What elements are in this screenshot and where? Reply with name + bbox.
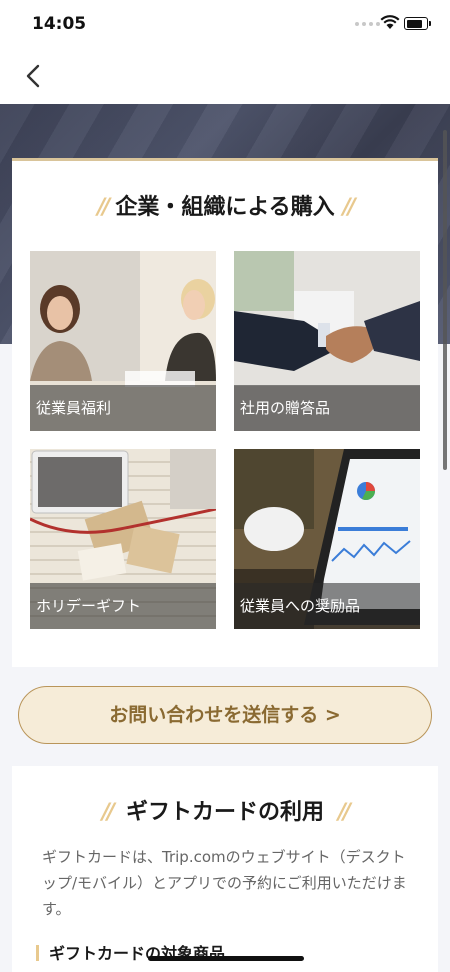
status-time: 14:05	[32, 14, 87, 34]
title-decoration-left: //	[101, 800, 115, 825]
battery-icon	[404, 17, 431, 30]
tile-label: 従業員への奨励品	[234, 583, 420, 629]
corporate-section-title: //企業・組織による購入//	[97, 195, 356, 220]
tile-label: 社用の贈答品	[234, 385, 420, 431]
tile-label: 従業員福利	[30, 385, 216, 431]
title-decoration-right: //	[338, 800, 351, 825]
corporate-purchase-card: //企業・組織による購入// 従業員福利 社用の贈答品 ホリデーギフト 従業員へ…	[12, 158, 438, 667]
scrollbar[interactable]	[443, 130, 447, 470]
navigation-bar	[0, 48, 450, 104]
title-decoration-right: //	[342, 195, 356, 220]
wifi-icon	[380, 15, 400, 29]
tile-employee-benefits[interactable]: 従業員福利	[30, 251, 216, 431]
submit-inquiry-button[interactable]: お問い合わせを送信する >	[18, 686, 432, 744]
heading-accent-bar	[36, 945, 39, 961]
title-decoration-left: //	[97, 195, 110, 220]
usage-description: ギフトカードは、Trip.comのウェブサイト（デスクトップ/モバイル）とアプリ…	[42, 848, 407, 918]
home-indicator[interactable]	[148, 956, 304, 961]
chevron-left-icon[interactable]	[20, 60, 48, 92]
tile-employee-rewards[interactable]: 従業員への奨励品	[234, 449, 420, 629]
tile-corporate-gifts[interactable]: 社用の贈答品	[234, 251, 420, 431]
cellular-signal-icon	[355, 22, 380, 26]
gift-card-usage-card: //ギフトカードの利用// ギフトカードは、Trip.comのウェブサイト（デス…	[12, 766, 438, 972]
usage-section-title: //ギフトカードの利用//	[101, 800, 351, 825]
status-bar: 14:05	[0, 0, 450, 48]
tile-holiday-gifts[interactable]: ホリデーギフト	[30, 449, 216, 629]
tile-label: ホリデーギフト	[30, 583, 216, 629]
